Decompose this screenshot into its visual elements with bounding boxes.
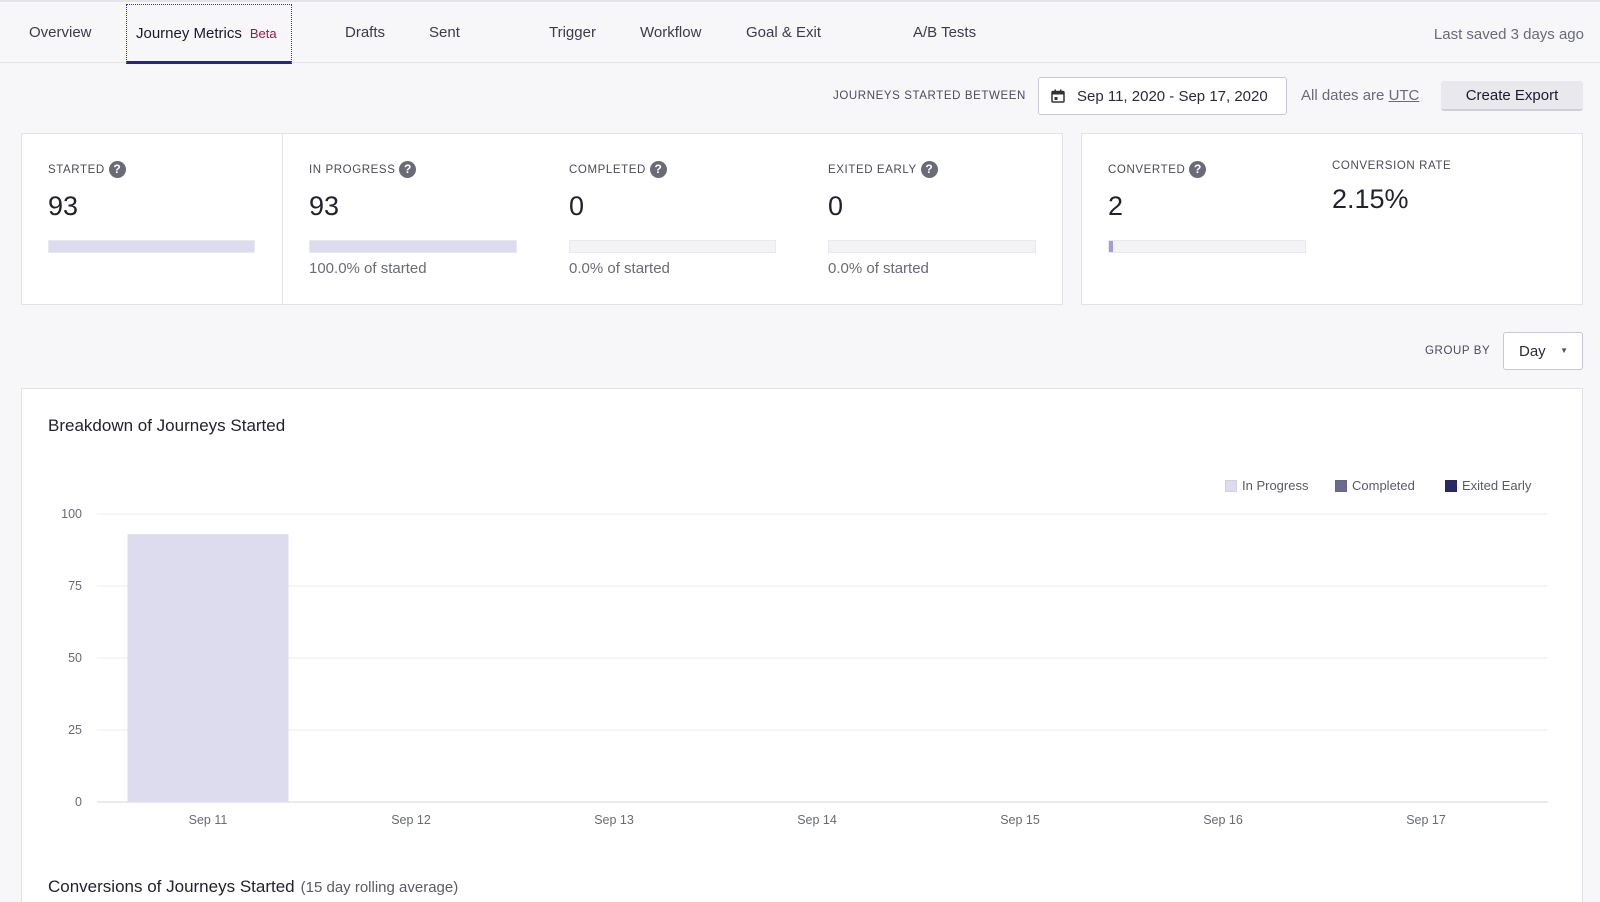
- tab-sent[interactable]: Sent: [429, 24, 460, 41]
- tab-journey-metrics[interactable]: Journey Metrics Beta: [126, 4, 292, 64]
- tab-workflow[interactable]: Workflow: [640, 24, 701, 41]
- calendar-icon: [1051, 89, 1065, 103]
- x-tick-label: Sep 16: [1203, 813, 1243, 827]
- x-tick-label: Sep 14: [797, 813, 837, 827]
- stat-completed-pct: 0.0% of started: [569, 260, 670, 277]
- x-tick-label: Sep 15: [1000, 813, 1040, 827]
- tab-ab-tests[interactable]: A/B Tests: [913, 24, 976, 41]
- help-icon[interactable]: ?: [1189, 161, 1207, 178]
- journey-stats-card: STARTED? 93 IN PROGRESS? 93 100.0% of st…: [21, 133, 1063, 305]
- group-by-select[interactable]: Day ▼: [1503, 332, 1583, 370]
- breakdown-chart-card: Breakdown of Journeys Started In Progres…: [21, 388, 1583, 902]
- stat-completed-bar: [569, 240, 776, 253]
- conversions-title-text: Conversions of Journeys Started: [48, 877, 295, 896]
- help-icon[interactable]: ?: [399, 161, 417, 178]
- x-tick-label: Sep 12: [391, 813, 431, 827]
- stat-completed-label: COMPLETED?: [569, 161, 667, 178]
- y-tick-label: 0: [75, 795, 82, 809]
- date-range-picker[interactable]: Sep 11, 2020 - Sep 17, 2020: [1038, 77, 1287, 115]
- y-tick-label: 75: [68, 579, 82, 593]
- beta-badge: Beta: [249, 26, 277, 41]
- last-saved-status: Last saved 3 days ago: [1433, 26, 1584, 43]
- stat-exited-early-pct: 0.0% of started: [828, 260, 929, 277]
- help-icon[interactable]: ?: [108, 161, 126, 178]
- tab-journey-metrics-label: Journey Metrics: [136, 25, 242, 42]
- stat-exited-early-bar: [828, 240, 1036, 253]
- help-icon[interactable]: ?: [920, 161, 938, 178]
- bar-in-progress: [127, 534, 289, 802]
- stat-in-progress-pct: 100.0% of started: [309, 260, 427, 277]
- date-range-value: Sep 11, 2020 - Sep 17, 2020: [1077, 88, 1268, 105]
- y-tick-label: 25: [68, 723, 82, 737]
- chevron-down-icon: ▼: [1560, 346, 1568, 355]
- stat-converted-value: 2: [1108, 191, 1124, 221]
- conversion-rate-value: 2.15%: [1332, 184, 1409, 214]
- stat-in-progress-label: IN PROGRESS?: [309, 161, 417, 178]
- x-tick-label: Sep 11: [189, 813, 228, 827]
- top-nav: Overview Journey Metrics Beta Drafts Sent…: [0, 0, 1600, 64]
- card-divider: [282, 134, 283, 304]
- conversions-subtitle: (15 day rolling average): [300, 879, 459, 896]
- stat-in-progress-value: 93: [309, 191, 340, 221]
- stat-started-bar: [48, 240, 255, 253]
- breakdown-bar-chart: 0 25 50 75 100 Sep 11 Sep 12 Sep 13 Sep 14 Sep 15…: [61, 507, 1548, 827]
- stat-converted-bar: [1108, 240, 1306, 253]
- stat-exited-early-value: 0: [828, 191, 844, 221]
- tab-overview[interactable]: Overview: [29, 24, 92, 41]
- y-tick-label: 50: [68, 651, 82, 665]
- x-tick-label: Sep 17: [1406, 813, 1446, 827]
- utc-note-text: All dates are: [1301, 87, 1385, 104]
- help-icon[interactable]: ?: [649, 161, 667, 178]
- x-tick-label: Sep 13: [594, 813, 634, 827]
- conversions-title: Conversions of Journeys Started (15 day r…: [48, 877, 458, 897]
- conversion-stats-card: CONVERTED? 2 CONVERSION RATE 2.15%: [1081, 133, 1583, 305]
- tab-trigger[interactable]: Trigger: [549, 24, 596, 41]
- create-export-button[interactable]: Create Export: [1441, 81, 1583, 111]
- stat-converted-label: CONVERTED?: [1108, 161, 1207, 178]
- group-by-value: Day: [1519, 343, 1546, 360]
- utc-link[interactable]: UTC: [1389, 87, 1420, 104]
- tab-drafts[interactable]: Drafts: [345, 24, 385, 41]
- y-tick-label: 100: [61, 507, 82, 521]
- stat-in-progress-bar: [309, 240, 517, 253]
- utc-note: All dates are UTC: [1301, 87, 1419, 104]
- stat-started-value: 93: [48, 191, 79, 221]
- stat-started-label: STARTED?: [48, 161, 126, 178]
- journeys-started-between-label: JOURNEYS STARTED BETWEEN: [833, 90, 1026, 102]
- group-by-label: GROUP BY: [1425, 345, 1491, 357]
- conversion-rate-label: CONVERSION RATE: [1332, 160, 1452, 172]
- stat-completed-value: 0: [569, 191, 585, 221]
- stat-exited-early-label: EXITED EARLY?: [828, 161, 938, 178]
- tab-goal-exit[interactable]: Goal & Exit: [746, 24, 821, 41]
